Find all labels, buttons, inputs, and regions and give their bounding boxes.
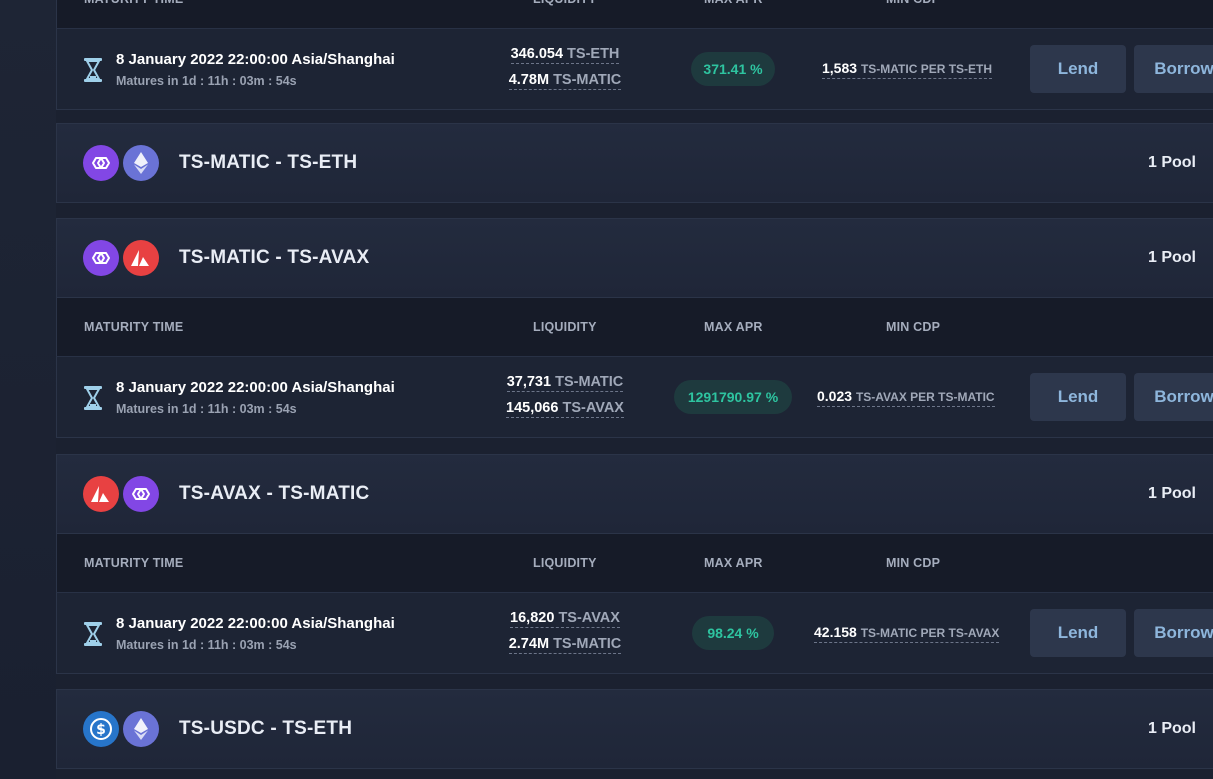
col-maturity: MATURITY TIME: [84, 0, 183, 6]
column-header-partial: MATURITY TIME LIQUIDITY MAX APR MIN CDP: [56, 0, 1213, 28]
svg-text:$: $: [96, 722, 106, 738]
pool-count: 1 Pool: [1147, 485, 1196, 502]
avalanche-icon: [83, 476, 119, 512]
hourglass-icon: [84, 58, 102, 82]
pair-group: $ TS-USDC - TS-ETH 1 Pool: [56, 689, 1213, 769]
usdc-icon: $: [83, 711, 119, 747]
col-max-apr: MAX APR: [704, 320, 763, 334]
maturity-date: 8 January 2022 22:00:00 Asia/Shanghai: [116, 379, 395, 396]
col-max-apr: MAX APR: [704, 0, 763, 6]
pool-row[interactable]: 8 January 2022 22:00:00 Asia/Shanghai Ma…: [56, 356, 1213, 438]
min-cdp: 0.023 TS-AVAX PER TS-MATIC: [817, 388, 995, 407]
pair-header[interactable]: TS-AVAX - TS-MATIC 1 Pool: [56, 454, 1213, 534]
pool-row[interactable]: 8 January 2022 22:00:00 Asia/Shanghai Ma…: [56, 28, 1213, 110]
liquidity-2: 4.78M TS-MATIC: [508, 72, 622, 90]
borrow-button[interactable]: Borrow: [1134, 373, 1213, 421]
pool-row-body: 8 January 2022 22:00:00 Asia/Shanghai Ma…: [56, 28, 1213, 110]
pair-name: TS-AVAX - TS-MATIC: [179, 483, 370, 504]
maturity-countdown: Matures in 1d : 11h : 03m : 54s: [116, 74, 297, 88]
min-cdp: 1,583 TS-MATIC PER TS-ETH: [822, 60, 993, 79]
max-apr-badge: 371.41 %: [691, 52, 775, 86]
pool-count: 1 Pool: [1147, 154, 1196, 171]
col-liquidity: LIQUIDITY: [533, 556, 597, 570]
column-header: MATURITY TIME LIQUIDITY MAX APR MIN CDP: [56, 534, 1213, 592]
max-apr-badge: 98.24 %: [692, 616, 774, 650]
pair-group: TS-AVAX - TS-MATIC 1 Pool MATURITY TIME …: [56, 454, 1213, 674]
polygon-icon: [83, 240, 119, 276]
col-min-cdp: MIN CDP: [886, 320, 941, 334]
ethereum-icon: [123, 711, 159, 747]
col-maturity: MATURITY TIME: [84, 556, 184, 570]
col-min-cdp: MIN CDP: [886, 556, 941, 570]
max-apr-badge: 1291790.97 %: [674, 380, 792, 414]
lend-button[interactable]: Lend: [1030, 609, 1126, 657]
liquidity-1: 16,820 TS-AVAX: [510, 610, 620, 628]
hourglass-icon: [84, 386, 102, 410]
col-liquidity: LIQUIDITY: [533, 320, 597, 334]
maturity-date: 8 January 2022 22:00:00 Asia/Shanghai: [116, 51, 395, 68]
pool-count: 1 Pool: [1147, 249, 1196, 266]
liquidity-1: 37,731 TS-MATIC: [506, 374, 624, 392]
pair-name: TS-MATIC - TS-ETH: [179, 152, 358, 173]
ethereum-icon: [123, 145, 159, 181]
borrow-button[interactable]: Borrow: [1134, 45, 1213, 93]
pair-header[interactable]: TS-MATIC - TS-ETH 1 Pool: [56, 123, 1213, 203]
maturity-countdown: Matures in 1d : 11h : 03m : 54s: [116, 638, 297, 652]
liquidity-1: 346.054 TS-ETH: [510, 46, 620, 64]
maturity-date: 8 January 2022 22:00:00 Asia/Shanghai: [116, 615, 395, 632]
pair-name: TS-MATIC - TS-AVAX: [179, 247, 370, 268]
lend-button[interactable]: Lend: [1030, 373, 1126, 421]
col-max-apr: MAX APR: [704, 556, 763, 570]
left-gutter: [0, 0, 56, 779]
column-header: MATURITY TIME LIQUIDITY MAX APR MIN CDP: [56, 298, 1213, 356]
pool-row[interactable]: 8 January 2022 22:00:00 Asia/Shanghai Ma…: [56, 592, 1213, 674]
col-maturity: MATURITY TIME: [84, 320, 184, 334]
maturity-countdown: Matures in 1d : 11h : 03m : 54s: [116, 402, 297, 416]
hourglass-icon: [84, 622, 102, 646]
pool-count: 1 Pool: [1147, 720, 1196, 737]
lend-button[interactable]: Lend: [1030, 45, 1126, 93]
col-min-cdp: MIN CDP: [886, 0, 940, 6]
avalanche-icon: [123, 240, 159, 276]
pair-name: TS-USDC - TS-ETH: [179, 718, 353, 739]
pair-group: TS-MATIC - TS-ETH 1 Pool: [56, 123, 1213, 203]
pools-list: MATURITY TIME LIQUIDITY MAX APR MIN CDP …: [56, 0, 1213, 779]
min-cdp: 42.158 TS-MATIC PER TS-AVAX: [814, 624, 1000, 643]
polygon-icon: [123, 476, 159, 512]
col-liquidity: LIQUIDITY: [533, 0, 597, 6]
column-header: MATURITY TIME LIQUIDITY MAX APR MIN CDP: [56, 0, 1213, 28]
pair-header[interactable]: $ TS-USDC - TS-ETH 1 Pool: [56, 689, 1213, 769]
liquidity-2: 2.74M TS-MATIC: [508, 636, 622, 654]
liquidity-2: 145,066 TS-AVAX: [506, 400, 624, 418]
pair-header[interactable]: TS-MATIC - TS-AVAX 1 Pool: [56, 218, 1213, 298]
polygon-icon: [83, 145, 119, 181]
borrow-button[interactable]: Borrow: [1134, 609, 1213, 657]
pair-group: TS-MATIC - TS-AVAX 1 Pool MATURITY TIME …: [56, 218, 1213, 438]
